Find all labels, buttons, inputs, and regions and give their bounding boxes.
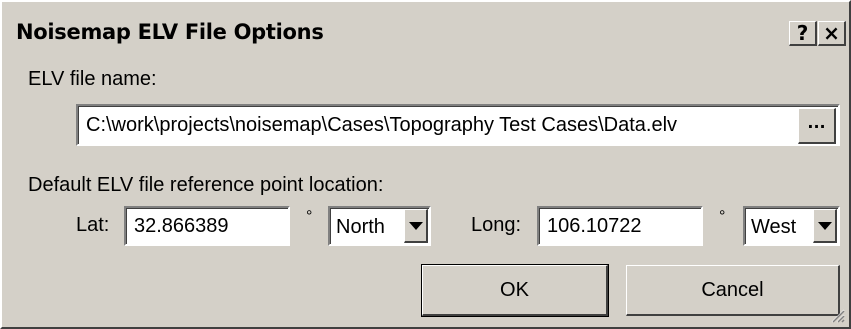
long-dropdown-button[interactable] bbox=[813, 209, 837, 243]
lat-dropdown-button[interactable] bbox=[404, 209, 428, 243]
close-button[interactable]: × bbox=[818, 21, 846, 46]
lat-hemisphere-value: North bbox=[336, 216, 385, 238]
lat-degree-symbol: ° bbox=[306, 208, 313, 225]
file-name-input[interactable] bbox=[78, 106, 798, 144]
dialog-title: Noisemap ELV File Options bbox=[16, 20, 324, 44]
long-field[interactable] bbox=[537, 206, 703, 246]
browse-button[interactable]: ... bbox=[798, 108, 836, 144]
title-bar[interactable]: Noisemap ELV File Options ? × bbox=[4, 6, 847, 56]
lat-input[interactable] bbox=[126, 208, 288, 244]
long-label: Long: bbox=[471, 214, 522, 236]
options-dialog: Noisemap ELV File Options ? × ELV file n… bbox=[0, 0, 851, 329]
lat-hemisphere-select[interactable]: North bbox=[328, 206, 431, 246]
lat-field[interactable] bbox=[124, 206, 290, 246]
long-hemisphere-select[interactable]: West bbox=[743, 206, 840, 246]
chevron-down-icon bbox=[817, 221, 832, 230]
help-button[interactable]: ? bbox=[789, 21, 817, 46]
file-name-field[interactable]: ... bbox=[76, 104, 840, 146]
lat-label: Lat: bbox=[76, 214, 110, 236]
chevron-down-icon bbox=[408, 221, 423, 230]
file-name-label: ELV file name: bbox=[28, 68, 157, 90]
long-input[interactable] bbox=[539, 208, 701, 244]
ok-button[interactable]: OK bbox=[421, 264, 609, 317]
long-hemisphere-value: West bbox=[751, 216, 797, 238]
resize-grip-icon[interactable] bbox=[829, 307, 845, 323]
reference-section-label: Default ELV file reference point locatio… bbox=[28, 174, 384, 196]
cancel-button[interactable]: Cancel bbox=[626, 265, 840, 316]
long-degree-symbol: ° bbox=[719, 208, 726, 225]
